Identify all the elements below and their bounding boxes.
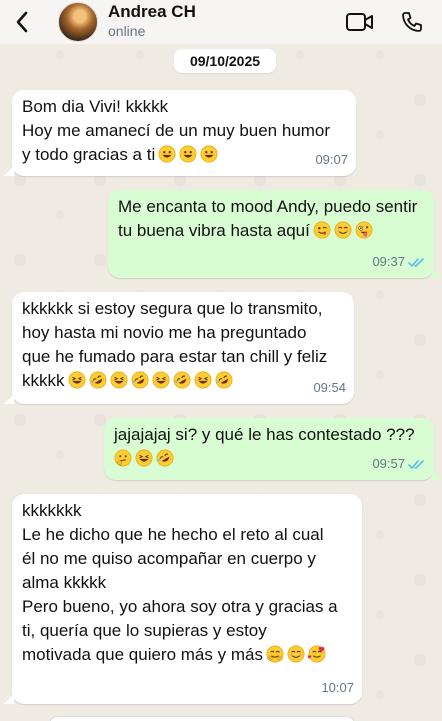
date-separator: 09/10/2025 [174,49,276,73]
contact-name: Andrea CH [108,2,196,21]
message-text: kkkkkk si estoy segura que lo transmito, [22,299,323,318]
message-text: kkkkkkk [22,501,82,520]
back-arrow-icon [16,11,28,33]
smile-emoji-icon [334,221,352,239]
contact-info[interactable]: Andrea CH online [108,3,196,41]
message-text: Le he dicho que he hecho el reto al cual [22,525,324,544]
message-text: que he fumado para estar tan chill y fel… [22,347,328,366]
video-call-button[interactable] [342,4,378,40]
laughing-emoji-icon [135,449,153,467]
rofl-emoji-icon [173,371,190,389]
message-text: motivada que quiero más y más [22,645,263,664]
message-bubble-incoming[interactable]: kkkkkkk Le he dicho que he hecho el reto… [4,494,362,704]
grinning-emoji-icon [158,145,176,163]
laughing-emoji-icon [152,371,169,389]
message-text: y todo gracias a ti [22,145,156,164]
message-bubble-outgoing[interactable]: Me encanta to mood Andy, puedo sentir tu… [108,190,442,278]
voice-call-button[interactable] [394,4,430,40]
message-text: alma kkkkk [22,573,107,592]
message-text: Me encanta to mood Andy, puedo sentir [118,197,418,216]
message-time: 09:57 [372,456,405,471]
contact-status: online [108,23,146,39]
rofl-emoji-icon [131,371,148,389]
contact-avatar[interactable] [58,2,98,42]
video-camera-icon [346,13,373,31]
message-text: jajajajaj si? y qué le has contestado ??… [114,425,415,444]
grinning-emoji-icon [200,145,218,163]
message-text: tu buena vibra hasta aquí [118,221,310,240]
chat-header: Andrea CH online [0,0,442,44]
message-text: él no me quiso acompañar en cuerpo y [22,549,316,568]
message-text: hoy hasta mi novio me ha preguntado [22,323,307,342]
message-bubble-outgoing[interactable]: jajajajaj si? y qué le has contestado ??… [104,418,442,480]
read-receipt-icon [408,459,424,469]
rofl-emoji-icon [156,449,174,467]
message-time: 09:37 [372,254,405,269]
message-time: 10:07 [321,680,354,695]
back-button[interactable] [8,0,36,44]
message-text: Pero bueno, yo ahora soy otra y gracias … [22,597,338,616]
message-text: Hoy me amanecí de un muy buen humor [22,121,331,140]
message-time: 09:54 [313,380,346,395]
message-bubble-incoming[interactable]: Bom dia Vivi! kkkkk Hoy me amanecí de un… [4,90,356,176]
phone-icon [402,12,422,32]
message-text: Bom dia Vivi! kkkkk [22,97,169,116]
message-input-edge[interactable] [48,716,356,721]
thinking-emoji-icon [114,449,132,467]
laughing-emoji-icon [110,371,127,389]
hug-emoji-icon [266,645,284,663]
laughing-emoji-icon [194,371,211,389]
hearts-emoji-icon [307,645,326,663]
smile-emoji-icon [287,645,305,663]
message-text: ti, quería que lo supieras y estoy [22,621,267,640]
message-text: kkkkk [22,371,65,390]
grinning-emoji-icon [179,145,197,163]
read-receipt-icon [408,257,424,267]
rofl-emoji-icon [89,371,106,389]
rofl-emoji-icon [215,371,232,389]
message-time: 09:07 [315,152,348,167]
message-bubble-incoming[interactable]: kkkkkk si estoy segura que lo transmito,… [4,292,354,404]
wink-emoji-icon [313,221,331,239]
laughing-emoji-icon [68,371,85,389]
zany-emoji-icon [355,221,373,239]
